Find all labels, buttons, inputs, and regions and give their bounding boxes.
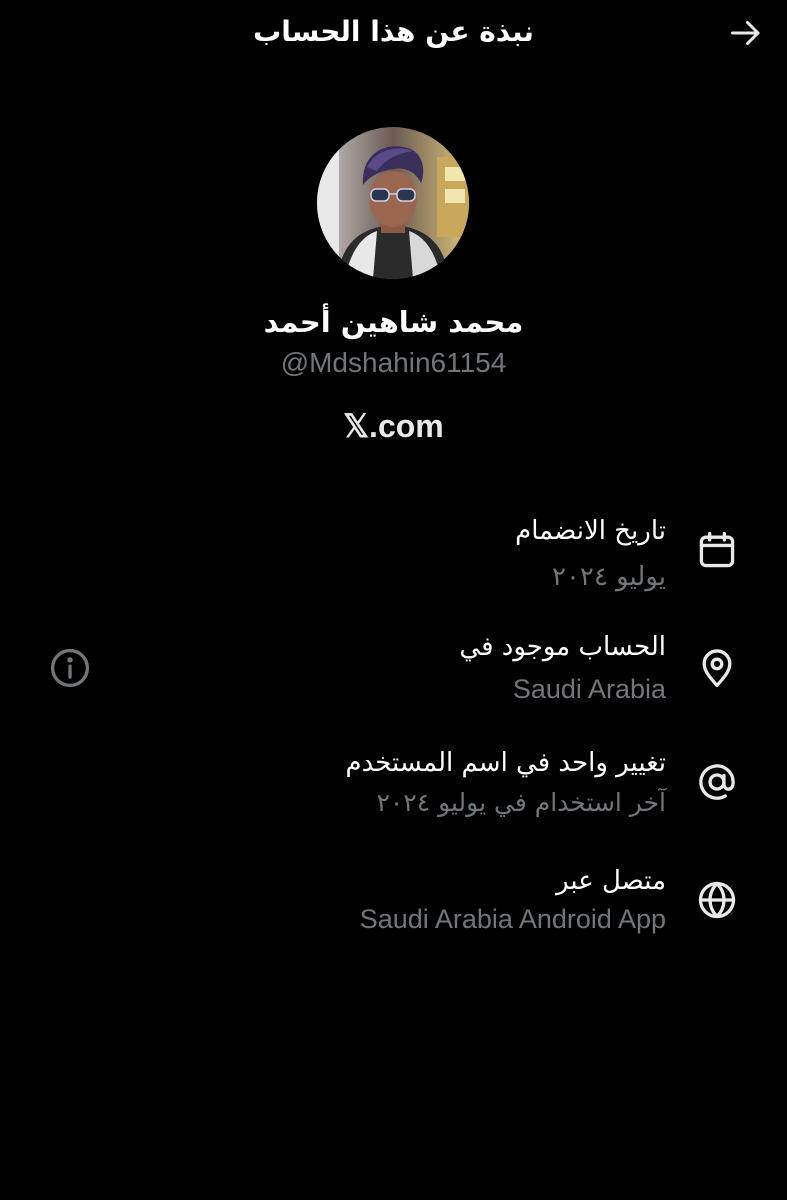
avatar-photo <box>317 127 469 279</box>
display-name: محمد شاهين أحمد <box>263 305 524 339</box>
site-link[interactable]: 𝕏.com <box>0 404 787 448</box>
info-button[interactable] <box>48 646 92 690</box>
avatar[interactable] <box>317 127 469 279</box>
detail-row-username-change: تغيير واحد في اسم المستخدم آخر استخدام ف… <box>0 740 787 830</box>
detail-row-connected-via: متصل عبر Saudi Arabia Android App <box>0 858 787 948</box>
detail-title: تغيير واحد في اسم المستخدم <box>345 748 666 778</box>
globe-icon <box>698 881 736 919</box>
arrow-right-icon <box>731 21 760 45</box>
detail-title: الحساب موجود في <box>459 632 666 662</box>
calendar-icon <box>699 531 735 568</box>
detail-row-join-date: تاريخ الانضمام يوليو ٢٠٢٤ <box>0 508 787 598</box>
page-title: نبذة عن هذا الحساب <box>253 15 534 48</box>
info-icon <box>50 648 90 688</box>
location-pin-icon <box>702 649 732 688</box>
username-handle: @Mdshahin61154 <box>280 347 507 378</box>
detail-row-location: الحساب موجود في Saudi Arabia <box>0 624 787 714</box>
detail-title: تاريخ الانضمام <box>515 516 666 546</box>
detail-value: يوليو ٢٠٢٤ <box>552 562 666 592</box>
detail-value: Saudi Arabia <box>512 674 666 704</box>
back-button[interactable] <box>725 12 767 54</box>
top-bar: نبذة عن هذا الحساب <box>0 0 787 66</box>
detail-value: Saudi Arabia Android App <box>359 904 666 934</box>
at-sign-icon <box>699 764 735 800</box>
detail-value: آخر استخدام في يوليو ٢٠٢٤ <box>376 788 666 817</box>
detail-title: متصل عبر <box>556 866 666 896</box>
